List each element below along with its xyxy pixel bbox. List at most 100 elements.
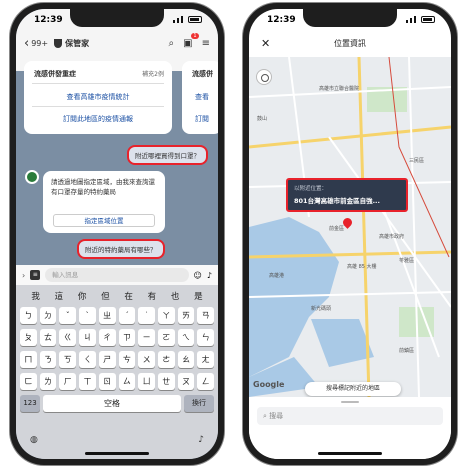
back-icon[interactable]: ‹ [24,36,29,51]
notes-icon[interactable]: ▣ 1 [183,32,199,49]
keyboard-key[interactable]: ㄝ [157,373,175,390]
keyboard-key[interactable]: ㄨ [138,351,155,368]
keyboard-key[interactable]: ㄏ [59,373,77,390]
mic-icon[interactable]: ♪ [207,271,212,280]
keyboard-key[interactable]: ㄙ [118,373,136,390]
view-stats-link[interactable]: 查看高雄市疫情統計 [24,92,172,102]
keyboard-key[interactable]: ㄓ [98,307,116,324]
keyboard-row-3: ㄇㄋㄎㄑㄕㄘㄨㄜㄠㄤ [20,351,215,368]
close-icon[interactable]: ✕ [261,31,270,57]
select-area-button[interactable]: 指定區域位置 [53,214,155,227]
suggestion-bar: 我這你但在有也是 [16,285,218,303]
sheet-handle[interactable] [341,401,359,403]
search-icon[interactable]: ⌕ [169,38,175,49]
card2-link1[interactable]: 查看 [182,92,218,102]
user-message-1: 附近哪裡買得到口罩？ [127,145,208,165]
input-row: › ≡ 輸入訊息 ☺ ♪ [16,265,218,285]
keyboard-row-1: ㄅㄉ ˇ ˋ ㄓ ˊ ˙ ㄚㄞㄢ [20,307,215,324]
home-indicator-right [318,452,382,455]
dictation-icon[interactable]: ♪ [198,435,204,445]
map-title: 位置資訊 [334,39,366,48]
keyboard-key[interactable]: ㄛ [157,329,175,346]
keyboard-key[interactable]: ㄚ [157,307,175,324]
keyboard-key[interactable]: ㄌ [39,373,57,390]
keyboard-key[interactable]: ˋ [79,307,96,324]
keyboard-key[interactable]: ㄣ [197,329,215,346]
keyboard-key[interactable]: ㄠ [177,351,195,368]
chat-title: 保管家 [65,38,90,48]
keyboard-key[interactable]: ㄊ [39,329,57,346]
keyboard-key[interactable]: ㄟ [177,329,195,346]
keyboard-key[interactable]: ㄗ [118,329,136,346]
keyboard-key[interactable]: ㄥ [197,373,215,390]
left-phone: 12:39 ‹ 99+ 保管家 ⌕ ▣ 1 ≡ 流感併發重症 補充2例 查看高雄市… [10,3,224,465]
status-time: 12:39 [34,15,63,25]
map-label: 新光碼頭 [311,306,332,312]
keyboard-row-4: ㄈㄌㄏㄒㄖㄙㄩㄝㄡㄥ [20,373,215,390]
suggestion-word[interactable]: 有 [148,290,157,302]
unread-count[interactable]: 99+ [31,39,48,48]
keyboard-key[interactable]: ㄕ [98,351,116,368]
map-label: 高雄 85 大樓 [347,264,377,270]
keyboard-key[interactable]: ˊ [118,307,136,324]
keyboard-key[interactable]: ㄎ [59,351,77,368]
map-screen: 12:39 ✕ 位置資訊 高雄市立聯合醫院 鼓山 高雄港 前鎮區 苓雅區 高雄市… [249,9,451,459]
menu-icon[interactable]: ≡ [202,38,210,49]
globe-icon[interactable]: ◍ [30,435,38,445]
keyboard-key[interactable]: ㄅ [20,307,37,324]
keyboard-key[interactable]: ˙ [138,307,155,324]
locate-icon[interactable] [256,69,272,85]
keyboard-key[interactable]: ㄘ [118,351,136,368]
chat-screen: 12:39 ‹ 99+ 保管家 ⌕ ▣ 1 ≡ 流感併發重症 補充2例 查看高雄市… [16,9,218,459]
keyboard-toggle-icon[interactable]: ≡ [30,270,41,280]
map-search-placeholder: 搜尋 [269,412,284,420]
keyboard-key[interactable]: ㄜ [157,351,175,368]
return-key[interactable]: 換行 [184,395,214,412]
space-key[interactable]: 空格 [43,395,181,412]
suggestion-word[interactable]: 這 [55,290,64,302]
suggestion-word[interactable]: 但 [101,290,110,302]
keyboard-key[interactable]: ㄞ [177,307,195,324]
emoji-icon[interactable]: ☺ [194,271,202,280]
suggestion-word[interactable]: 是 [194,290,203,302]
map-label: 鼓山 [257,116,268,122]
search-area-button[interactable]: 搜尋標記附近的地區 [305,382,401,396]
suggestion-word[interactable]: 你 [78,290,87,302]
keyboard-key[interactable]: ㄑ [79,351,96,368]
notes-badge: 1 [191,32,199,39]
numbers-key[interactable]: 123 [20,395,40,412]
card2-link2[interactable]: 訂閱 [182,114,218,124]
map-label: 前鎮區 [399,348,415,354]
suggestion-word[interactable]: 在 [124,290,133,302]
address-callout[interactable]: 以附近位置： 801台灣高雄市前金區自強... [286,178,408,212]
bot-avatar [25,170,39,184]
keyboard-key[interactable]: ㄋ [39,351,57,368]
keyboard-key[interactable]: ㄆ [20,329,37,346]
bot-message: 請透過地圖指定區域，由我來查詢還有口罩存量的特約藥局 指定區域位置 [43,171,165,233]
keyboard-key[interactable]: ㄐ [79,329,96,346]
suggestion-word[interactable]: 也 [171,290,180,302]
keyboard-key[interactable]: ㄧ [138,329,155,346]
keyboard-key[interactable]: ㄈ [20,373,37,390]
map-view[interactable]: 高雄市立聯合醫院 鼓山 高雄港 前鎮區 苓雅區 高雄市政府 新光碼頭 三民區 前… [249,57,451,397]
map-search-input[interactable]: ⌕ 搜尋 [257,407,443,425]
keyboard-key[interactable]: ㄤ [197,351,215,368]
card-more[interactable]: 補充2例 [142,69,164,78]
keyboard-key[interactable]: ˇ [59,307,77,324]
subscribe-link[interactable]: 訂閱此地區的疫情通報 [24,114,172,124]
keyboard-key[interactable]: ㄢ [197,307,215,324]
keyboard-key[interactable]: ㄡ [177,373,195,390]
keyboard-key[interactable]: ㄖ [98,373,116,390]
map-label: 苓雅區 [399,258,415,264]
address-label: 以附近位置： [294,186,328,192]
keyboard-key[interactable]: ㄍ [59,329,77,346]
keyboard-key[interactable]: ㄇ [20,351,37,368]
keyboard-key[interactable]: ㄉ [39,307,57,324]
keyboard-key[interactable]: ㄒ [79,373,96,390]
address-text: 801台灣高雄市前金區自強... [294,197,380,205]
suggestion-word[interactable]: 我 [31,290,40,302]
keyboard-key[interactable]: ㄔ [98,329,116,346]
expand-icon[interactable]: › [22,271,25,280]
message-input[interactable]: 輸入訊息 [45,268,189,282]
keyboard-key[interactable]: ㄩ [138,373,155,390]
